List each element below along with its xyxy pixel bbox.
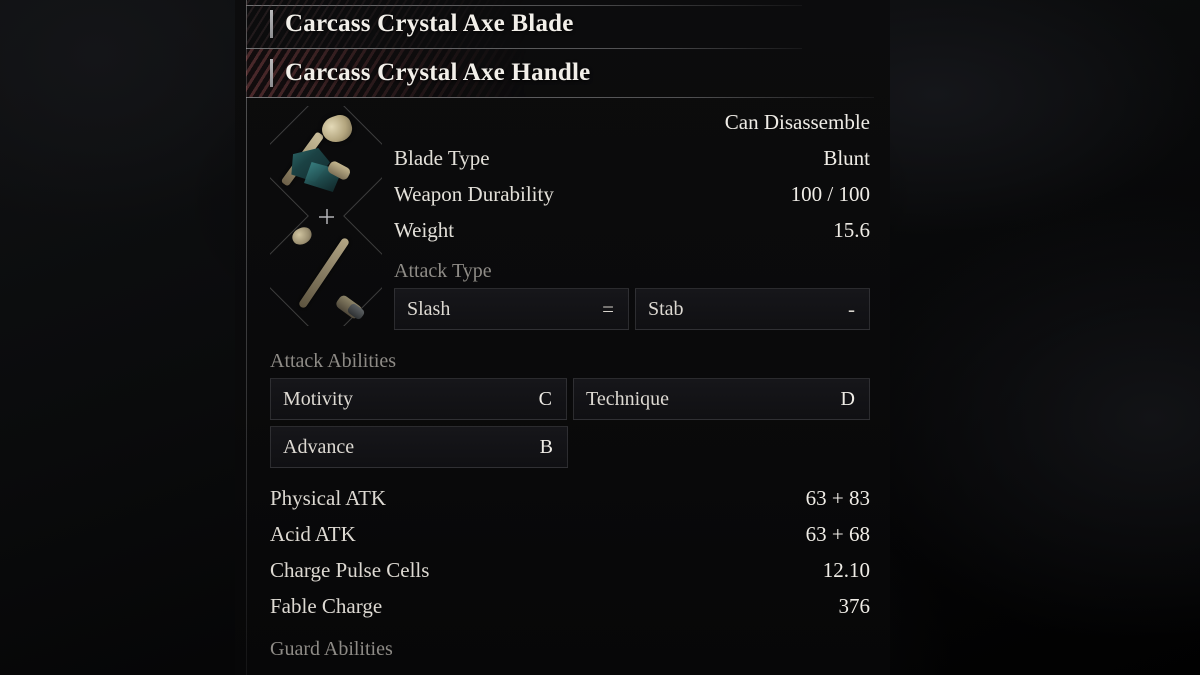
- attack-abilities-heading: Attack Abilities: [270, 350, 397, 372]
- attack-type-stab-label: Stab: [648, 297, 684, 320]
- plus-icon: [319, 209, 334, 224]
- charge-pulse-cells-label: Charge Pulse Cells: [270, 558, 430, 582]
- blade-icon-slot[interactable]: [270, 106, 382, 216]
- attack-type-slash-label: Slash: [407, 297, 451, 320]
- ability-advance-grade: B: [539, 435, 553, 458]
- acid-atk-value: 63 + 68: [805, 522, 870, 546]
- title-accent-bar: [270, 10, 273, 38]
- physical-atk-label: Physical ATK: [270, 486, 387, 510]
- physical-atk-value: 63 + 83: [805, 486, 870, 510]
- weight-value: 15.6: [833, 218, 870, 242]
- key-stats-column: Can Disassemble Blade Type Blunt Weapon …: [382, 106, 870, 336]
- weapon-info-panel: Carcass Crystal Axe Blade Carcass Crysta…: [235, 0, 890, 675]
- ability-motivity[interactable]: Motivity C: [270, 378, 567, 420]
- fable-charge-value: 376: [838, 594, 871, 618]
- physical-atk-row: Physical ATK 63 + 83: [270, 486, 870, 522]
- weapon-icon-stack: [270, 106, 382, 326]
- attack-type-slash[interactable]: Slash =: [394, 288, 629, 330]
- guard-abilities-heading: Guard Abilities: [270, 638, 393, 660]
- axe-handle-icon: [270, 216, 382, 326]
- charge-pulse-cells-row: Charge Pulse Cells 12.10: [270, 558, 870, 594]
- weapon-durability-label: Weapon Durability: [394, 182, 554, 206]
- weapon-blade-title-row[interactable]: Carcass Crystal Axe Blade: [246, 0, 870, 48]
- disassemble-status: Can Disassemble: [724, 110, 870, 134]
- weapon-durability-value: 100 / 100: [790, 182, 870, 206]
- ability-motivity-grade: C: [538, 387, 552, 410]
- attack-type-stab-value: -: [848, 296, 855, 321]
- ability-empty-slot: [574, 426, 870, 468]
- acid-atk-label: Acid ATK: [270, 522, 356, 546]
- weapon-handle-title-row[interactable]: Carcass Crystal Axe Handle: [246, 49, 870, 97]
- blade-type-value: Blunt: [823, 146, 870, 170]
- handle-icon-slot[interactable]: [270, 216, 382, 326]
- weapon-blade-title: Carcass Crystal Axe Blade: [285, 10, 574, 37]
- attack-abilities-row-2: Advance B: [270, 426, 870, 468]
- axe-blade-icon: [270, 106, 382, 216]
- ability-technique-label: Technique: [586, 387, 670, 410]
- ability-motivity-label: Motivity: [283, 387, 354, 410]
- disassemble-status-row: Can Disassemble: [394, 110, 870, 146]
- charge-pulse-cells-value: 12.10: [822, 558, 870, 582]
- ability-advance-label: Advance: [283, 435, 355, 458]
- attack-type-slash-value: =: [602, 296, 614, 321]
- ability-technique[interactable]: Technique D: [573, 378, 870, 420]
- ability-technique-grade: D: [840, 387, 855, 410]
- weight-row: Weight 15.6: [394, 218, 870, 254]
- derived-stats-list: Physical ATK 63 + 83 Acid ATK 63 + 68 Ch…: [270, 474, 870, 630]
- panel-left-border: [246, 0, 247, 675]
- attack-type-row: Slash = Stab -: [394, 288, 870, 330]
- blade-type-label: Blade Type: [394, 146, 490, 170]
- fable-charge-label: Fable Charge: [270, 594, 383, 618]
- weapon-header-block: Can Disassemble Blade Type Blunt Weapon …: [270, 98, 870, 336]
- acid-atk-row: Acid ATK 63 + 68: [270, 522, 870, 558]
- ability-advance[interactable]: Advance B: [270, 426, 568, 468]
- weapon-handle-title: Carcass Crystal Axe Handle: [285, 59, 591, 86]
- attack-abilities-row-1: Motivity C Technique D: [270, 378, 870, 420]
- weapon-durability-row: Weapon Durability 100 / 100: [394, 182, 870, 218]
- title-accent-bar: [270, 59, 273, 87]
- blade-type-row: Blade Type Blunt: [394, 146, 870, 182]
- attack-type-stab[interactable]: Stab -: [635, 288, 870, 330]
- fable-charge-row: Fable Charge 376: [270, 594, 870, 630]
- weight-label: Weight: [394, 218, 455, 242]
- attack-type-heading: Attack Type: [394, 260, 492, 282]
